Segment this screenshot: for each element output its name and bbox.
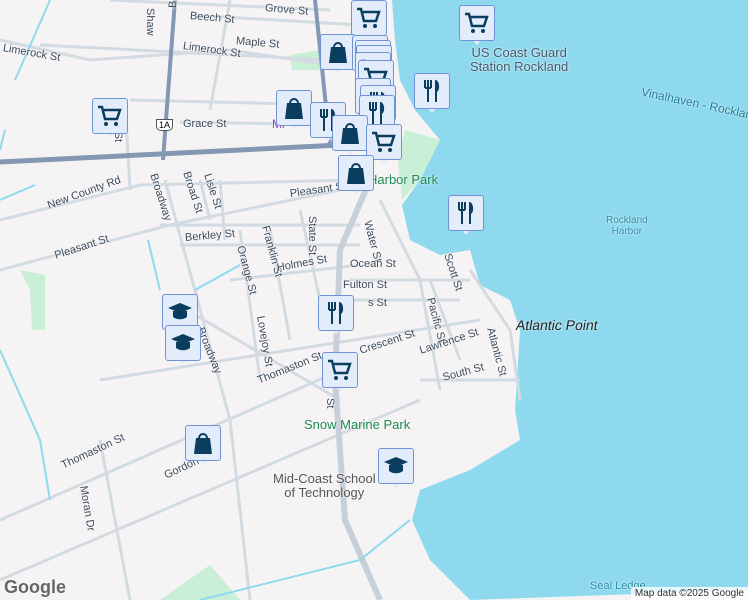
graduation-cap-icon xyxy=(384,457,408,474)
cart-marker[interactable] xyxy=(92,98,128,142)
place-label-midcoast[interactable]: Mid-Coast School of Technology xyxy=(273,471,376,501)
shopping-bag-icon xyxy=(341,123,359,144)
street-label: Shaw xyxy=(144,8,156,36)
highway xyxy=(0,142,341,165)
street-label: Grace St xyxy=(183,118,227,130)
park xyxy=(160,565,240,600)
place-label-snow-marine[interactable]: Snow Marine Park xyxy=(304,417,410,432)
street-label: Broad xyxy=(167,0,180,8)
restaurant-icon xyxy=(424,80,440,102)
shopping-cart-icon xyxy=(372,131,396,152)
place-label-rockland-harbor[interactable]: Rockland Harbor xyxy=(606,215,648,237)
fork-marker[interactable] xyxy=(414,73,450,117)
bag-marker[interactable] xyxy=(185,425,221,469)
highway xyxy=(161,0,177,161)
shopping-bag-icon xyxy=(194,433,212,454)
map-attribution[interactable]: Map data ©2025 Google xyxy=(630,587,748,600)
cart-marker[interactable] xyxy=(459,5,495,49)
google-logo: Google xyxy=(4,577,66,597)
shopping-bag-icon xyxy=(285,98,303,119)
bag-marker[interactable] xyxy=(276,90,312,134)
park xyxy=(20,270,45,330)
route-shield-1a: 1A xyxy=(156,119,174,131)
graduation-cap-icon xyxy=(168,303,192,320)
fork-marker[interactable] xyxy=(448,195,484,239)
shopping-bag-icon xyxy=(329,42,347,63)
restaurant-icon xyxy=(458,202,474,224)
bag-marker[interactable] xyxy=(338,155,374,199)
place-label-coast-guard[interactable]: US Coast Guard Station Rockland xyxy=(470,45,568,75)
graduation-cap-icon xyxy=(171,334,195,351)
street-label: St xyxy=(324,398,336,409)
grad-marker[interactable] xyxy=(378,448,414,492)
bag-marker[interactable] xyxy=(320,34,356,78)
shopping-bag-icon xyxy=(347,163,365,184)
shopping-cart-icon xyxy=(465,12,489,33)
fork-marker[interactable] xyxy=(318,295,354,339)
restaurant-icon xyxy=(328,302,344,324)
street-label: Ocean St xyxy=(350,258,396,270)
street-label: Fulton St xyxy=(343,279,388,291)
map-canvas[interactable]: Grove St Beech St Maple St Limerock St Limer… xyxy=(0,0,748,600)
place-label-atlantic-point[interactable]: Atlantic Point xyxy=(515,317,600,333)
bag-marker[interactable] xyxy=(332,115,368,159)
street-label: s St xyxy=(368,297,387,309)
shopping-cart-icon xyxy=(98,105,122,126)
grad-marker[interactable] xyxy=(165,325,201,369)
shopping-cart-icon xyxy=(357,7,381,28)
shopping-cart-icon xyxy=(328,359,352,380)
street-label: State St xyxy=(306,216,318,256)
cart-marker[interactable] xyxy=(322,352,358,396)
place-label-harbor-park[interactable]: Harbor Park xyxy=(368,172,438,187)
